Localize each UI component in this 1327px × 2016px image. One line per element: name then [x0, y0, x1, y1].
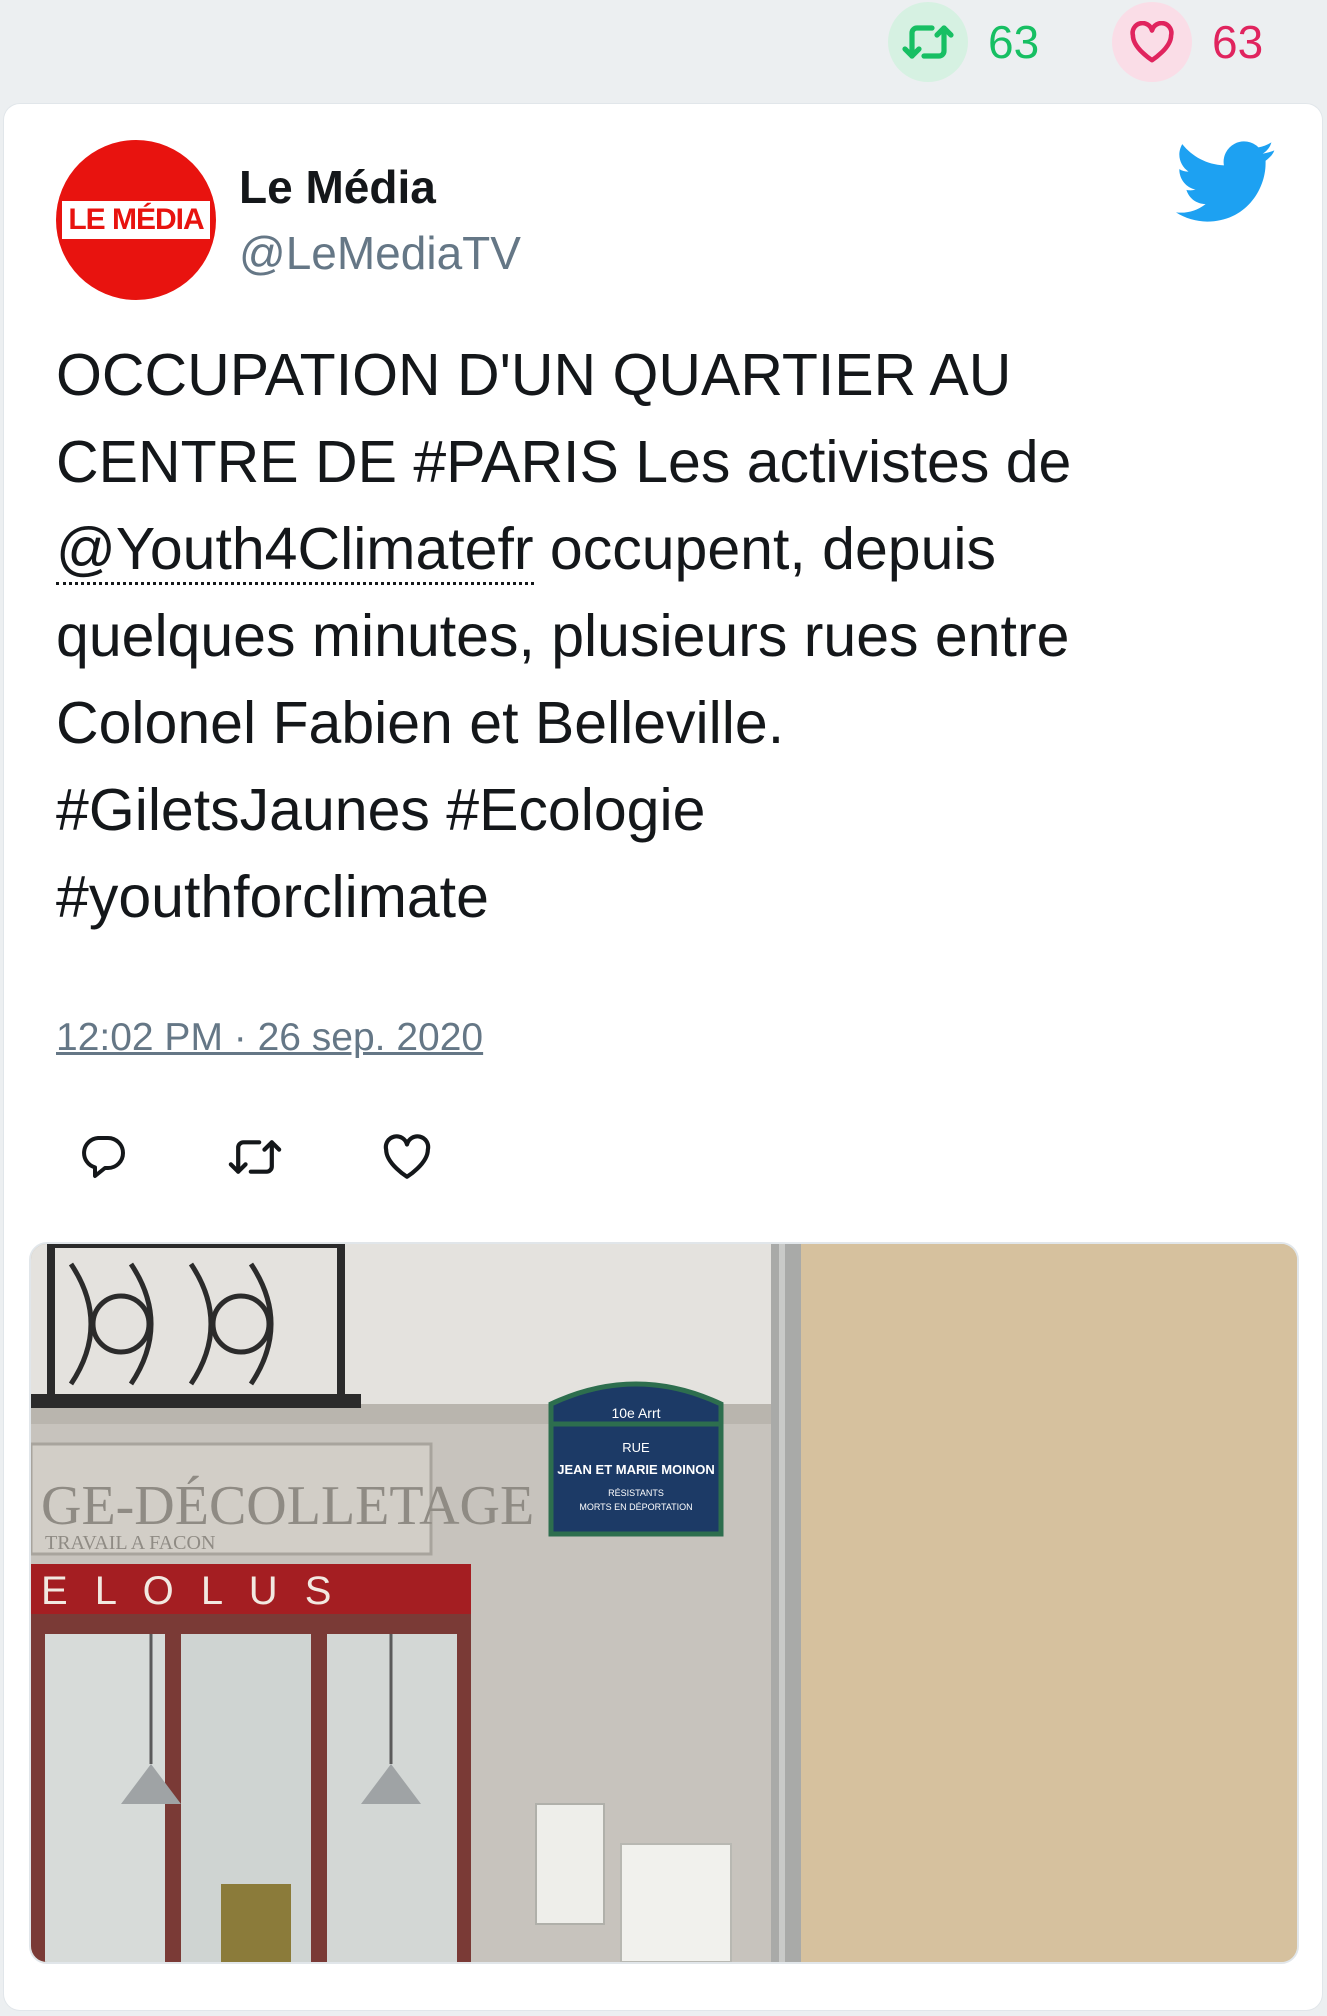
street-sign-line3: RÉSISTANTS — [608, 1488, 664, 1498]
street-sign-line4: MORTS EN DÉPORTATION — [579, 1502, 692, 1512]
like-count: 63 — [1212, 16, 1264, 68]
heart-icon[interactable] — [1112, 2, 1192, 82]
retweet-button[interactable] — [220, 1122, 290, 1192]
shop-engraving: GE-DÉCOLLETAGE — [41, 1475, 534, 1537]
street-sign: 10e Arrt RUE JEAN ET MARIE MOINON RÉSIST… — [548, 1381, 724, 1537]
like-stat[interactable]: 63 — [1112, 2, 1263, 82]
tweet-text: OCCUPATION D'UN QUARTIER AU CENTRE DE #P… — [56, 332, 1286, 941]
mention-link[interactable]: @Youth4Climatefr — [56, 516, 534, 585]
hashtags-line[interactable]: #GiletsJaunes #Ecologie — [56, 777, 705, 843]
retweet-icon[interactable] — [888, 2, 968, 82]
tweet-card: LE MÉDIA Le Média @LeMediaTV OCCUPATION … — [4, 104, 1322, 2010]
stats-bar: 63 63 — [0, 0, 1327, 90]
street-sign-line1: RUE — [622, 1440, 650, 1455]
tweet-text-line: Colonel Fabien et Belleville. — [56, 690, 785, 756]
hashtag-link[interactable]: #youthforclimate — [56, 864, 489, 930]
retweet-icon — [228, 1140, 282, 1174]
street-photo: GE-DÉCOLLETAGE TRAVAIL A FACON E L O L U… — [31, 1244, 1297, 1962]
tweet-media-photo[interactable]: GE-DÉCOLLETAGE TRAVAIL A FACON E L O L U… — [29, 1242, 1299, 1964]
street-sign-line2: JEAN ET MARIE MOINON — [557, 1462, 714, 1477]
reply-button[interactable] — [68, 1122, 138, 1192]
avatar[interactable]: LE MÉDIA — [56, 140, 216, 300]
avatar-logo: LE MÉDIA — [62, 201, 210, 239]
like-button[interactable] — [372, 1122, 442, 1192]
shop-subsign: TRAVAIL A FACON — [45, 1532, 215, 1554]
street-sign-arrondissement: 10e Arrt — [611, 1405, 660, 1421]
tweet-text-line: quelques minutes, plusieurs rues entre — [56, 603, 1070, 669]
tweet-text-line: occupent, depuis — [533, 516, 997, 582]
tweet-text-line: OCCUPATION D'UN QUARTIER AU — [56, 342, 1012, 408]
tweet-text-line: CENTRE DE #PARIS Les activistes de — [56, 429, 1072, 495]
twitter-bird-icon[interactable] — [1176, 140, 1276, 224]
author-handle[interactable]: @LeMediaTV — [239, 226, 521, 280]
reply-icon — [82, 1136, 125, 1178]
red-shop-sign: E L O L U S — [41, 1569, 339, 1613]
author-display-name[interactable]: Le Média — [239, 160, 436, 214]
tweet-timestamp[interactable]: 12:02 PM · 26 sep. 2020 — [56, 1016, 483, 1060]
retweet-count: 63 — [988, 16, 1040, 68]
retweet-stat[interactable]: 63 — [888, 2, 1039, 82]
heart-icon — [383, 1134, 431, 1179]
